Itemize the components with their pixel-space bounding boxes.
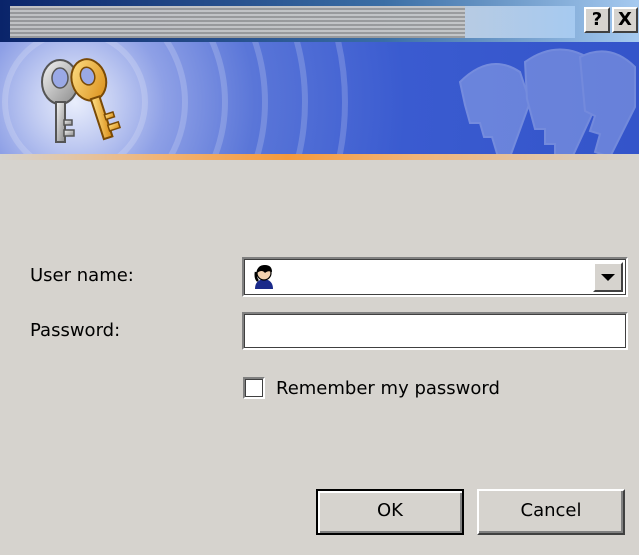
password-field[interactable] [242, 312, 628, 350]
banner [0, 42, 639, 157]
user-icon [254, 265, 273, 289]
keys-icon [41, 58, 122, 143]
remember-password-checkbox[interactable] [243, 377, 265, 399]
username-label: User name: [30, 265, 134, 286]
connect-dialog: ? X User name: Password: Remember my pas… [0, 0, 639, 555]
remember-password-label[interactable]: Remember my password [276, 378, 500, 399]
title-bar-gradient [465, 6, 575, 38]
title-bar-stripes [10, 6, 465, 38]
username-dropdown-button[interactable] [593, 262, 623, 292]
title-bar[interactable]: ? X [0, 0, 639, 42]
banner-accent-line [0, 154, 639, 160]
password-label: Password: [30, 320, 121, 341]
keys-watermark-icon [458, 48, 636, 157]
chevron-down-icon [601, 274, 615, 281]
username-combobox[interactable] [242, 257, 628, 297]
ok-button[interactable]: OK [316, 489, 464, 535]
close-button[interactable]: X [612, 7, 638, 33]
help-button[interactable]: ? [584, 7, 610, 33]
cancel-button[interactable]: Cancel [477, 489, 625, 535]
